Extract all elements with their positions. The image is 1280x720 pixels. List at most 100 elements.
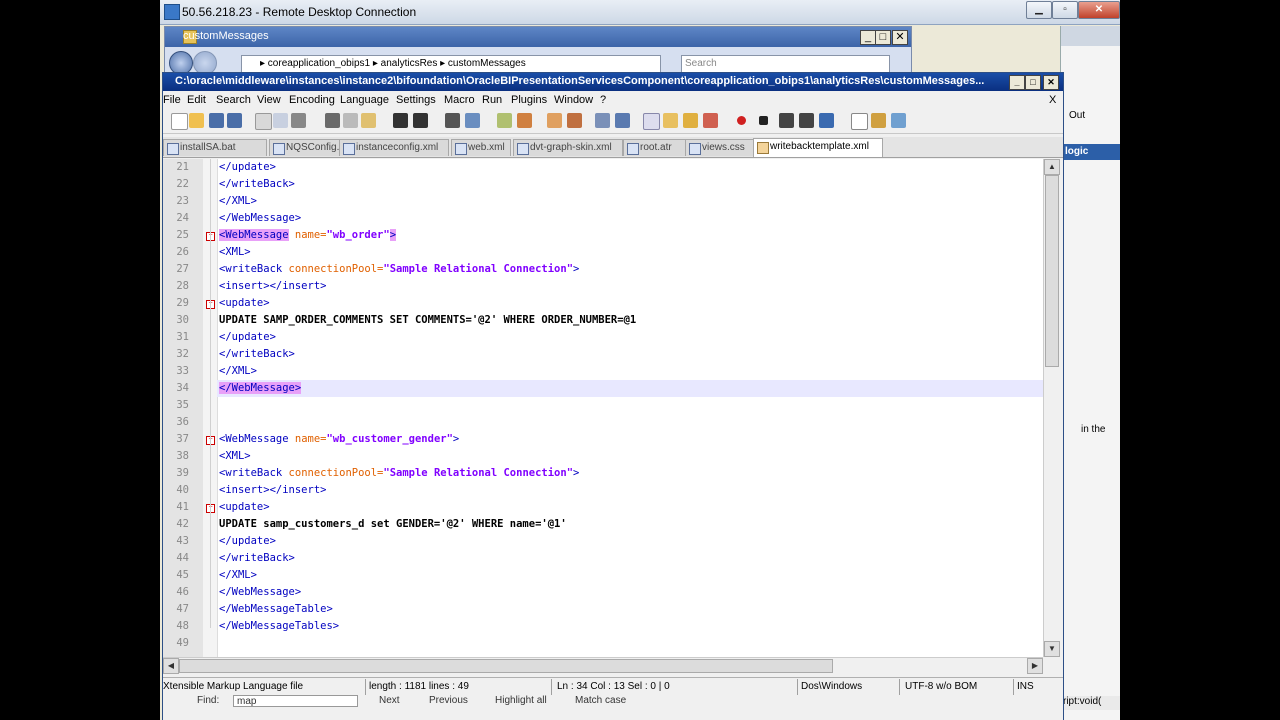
rdc-maximize-button[interactable]: ▫ — [1052, 1, 1078, 19]
code-line[interactable] — [217, 414, 1043, 431]
code-line[interactable]: <writeBack connectionPool="Sample Relati… — [217, 465, 1043, 482]
npp-close-button[interactable]: ✕ — [1043, 75, 1059, 90]
code-line[interactable]: UPDATE samp_customers_d set GENDER='@2' … — [217, 516, 1043, 533]
vertical-scroll-thumb[interactable] — [1045, 175, 1059, 367]
highlight-all-checkbox[interactable]: Highlight all — [495, 695, 547, 706]
find-icon[interactable] — [445, 113, 460, 128]
code-line[interactable]: </WebMessage> — [217, 380, 1043, 397]
rdc-close-button[interactable]: ✕ — [1078, 1, 1120, 19]
code-line[interactable]: </WebMessage> — [217, 584, 1043, 601]
explorer-address-bar[interactable]: ▸ coreapplication_obips1 ▸ analyticsRes … — [241, 55, 661, 73]
close-document-x[interactable]: X — [1049, 94, 1056, 106]
function-list-icon[interactable] — [703, 113, 718, 128]
code-line[interactable]: </XML> — [217, 363, 1043, 380]
menu-language[interactable]: Language — [340, 94, 389, 106]
show-all-chars-icon[interactable] — [615, 113, 630, 128]
code-line[interactable]: <insert></insert> — [217, 482, 1043, 499]
browser-logic-menu[interactable]: logic — [1061, 144, 1120, 160]
open-file-icon[interactable] — [189, 113, 204, 128]
code-line[interactable]: <writeBack connectionPool="Sample Relati… — [217, 261, 1043, 278]
menu-macro[interactable]: Macro — [444, 94, 475, 106]
tab-root-atr[interactable]: root.atr — [623, 139, 689, 156]
rdc-minimize-button[interactable]: ▁ — [1026, 1, 1052, 19]
zoom-out-icon[interactable] — [517, 113, 532, 128]
tab-instanceconfig-xml[interactable]: instanceconfig.xml — [339, 139, 449, 156]
save-macro-icon[interactable] — [819, 113, 834, 128]
sync-vertical-icon[interactable] — [547, 113, 562, 128]
menu-view[interactable]: View — [257, 94, 281, 106]
scroll-right-icon[interactable]: ▶ — [1027, 658, 1043, 674]
explorer-search-input[interactable]: Search — [681, 55, 890, 73]
save-all-icon[interactable] — [227, 113, 242, 128]
close-file-icon[interactable] — [255, 113, 272, 130]
plugin-check-icon[interactable] — [891, 113, 906, 128]
spell-check-icon[interactable] — [851, 113, 868, 130]
save-icon[interactable] — [209, 113, 224, 128]
code-line[interactable]: <insert></insert> — [217, 278, 1043, 295]
npp-maximize-button[interactable]: □ — [1025, 75, 1041, 90]
find-previous-button[interactable]: Previous — [429, 695, 468, 706]
vertical-scrollbar[interactable]: ▲ ▼ — [1043, 159, 1060, 657]
word-wrap-icon[interactable] — [595, 113, 610, 128]
npp-minimize-button[interactable]: _ — [1009, 75, 1025, 90]
menu-settings[interactable]: Settings — [396, 94, 436, 106]
code-line[interactable]: <XML> — [217, 448, 1043, 465]
code-line[interactable]: </WebMessageTables> — [217, 618, 1043, 635]
scroll-down-icon[interactable]: ▼ — [1044, 641, 1060, 657]
code-line[interactable] — [217, 635, 1043, 652]
code-line[interactable]: <WebMessage name="wb_customer_gender"> — [217, 431, 1043, 448]
code-line[interactable]: </XML> — [217, 193, 1043, 210]
horizontal-scroll-thumb[interactable] — [179, 659, 833, 673]
code-line[interactable]: UPDATE SAMP_ORDER_COMMENTS SET COMMENTS=… — [217, 312, 1043, 329]
menu-edit[interactable]: Edit — [187, 94, 206, 106]
plugin-icon[interactable] — [871, 113, 886, 128]
stop-macro-icon[interactable] — [759, 116, 768, 125]
code-line[interactable]: </update> — [217, 159, 1043, 176]
menu-help[interactable]: ? — [600, 94, 606, 106]
code-line[interactable]: <WebMessage name="wb_order"> — [217, 227, 1043, 244]
run-macro-multiple-icon[interactable] — [799, 113, 814, 128]
match-case-checkbox[interactable]: Match case — [575, 695, 626, 706]
tab-web-xml[interactable]: web.xml — [451, 139, 511, 156]
code-line[interactable]: <XML> — [217, 244, 1043, 261]
copy-icon[interactable] — [343, 113, 358, 128]
menu-run[interactable]: Run — [482, 94, 502, 106]
browser-out-link[interactable]: Out — [1061, 110, 1120, 124]
menu-encoding[interactable]: Encoding — [289, 94, 335, 106]
tab-installsa-bat[interactable]: installSA.bat — [163, 139, 267, 156]
menu-search[interactable]: Search — [216, 94, 251, 106]
menu-file[interactable]: File — [163, 94, 181, 106]
doc-map-icon[interactable] — [683, 113, 698, 128]
explorer-maximize-button[interactable]: □ — [875, 30, 891, 45]
play-macro-icon[interactable] — [779, 113, 794, 128]
new-file-icon[interactable] — [171, 113, 188, 130]
menu-plugins[interactable]: Plugins — [511, 94, 547, 106]
code-line[interactable]: </WebMessage> — [217, 210, 1043, 227]
code-editor[interactable]: 21 22 23 24 25 26 27 28 29 30 31 32 33 34 35 36 37 38 39 40… — [163, 159, 1043, 657]
code-line[interactable]: </update> — [217, 329, 1043, 346]
code-line[interactable]: </writeBack> — [217, 550, 1043, 567]
close-all-icon[interactable] — [273, 113, 288, 128]
indent-guide-icon[interactable] — [643, 113, 660, 130]
code-line[interactable]: <update> — [217, 499, 1043, 516]
scroll-left-icon[interactable]: ◀ — [163, 658, 179, 674]
explorer-minimize-button[interactable]: _ — [860, 30, 876, 45]
code-line[interactable]: <update> — [217, 295, 1043, 312]
paste-icon[interactable] — [361, 113, 376, 128]
tab-views-css[interactable]: views.css — [685, 139, 755, 156]
sync-horizontal-icon[interactable] — [567, 113, 582, 128]
folder-view-icon[interactable] — [663, 113, 678, 128]
find-next-button[interactable]: Next — [379, 695, 400, 706]
explorer-close-button[interactable]: ✕ — [892, 30, 908, 45]
menu-window[interactable]: Window — [554, 94, 593, 106]
code-line[interactable]: </update> — [217, 533, 1043, 550]
find-input[interactable]: map — [233, 695, 358, 707]
record-macro-icon[interactable] — [737, 116, 746, 125]
tab-dvt-graph-skin-xml[interactable]: dvt-graph-skin.xml — [513, 139, 623, 156]
redo-icon[interactable] — [413, 113, 428, 128]
code-line[interactable] — [217, 397, 1043, 414]
code-line[interactable]: </XML> — [217, 567, 1043, 584]
tab-writebacktemplate-xml[interactable]: writebacktemplate.xml — [753, 138, 883, 157]
cut-icon[interactable] — [325, 113, 340, 128]
print-icon[interactable] — [291, 113, 306, 128]
